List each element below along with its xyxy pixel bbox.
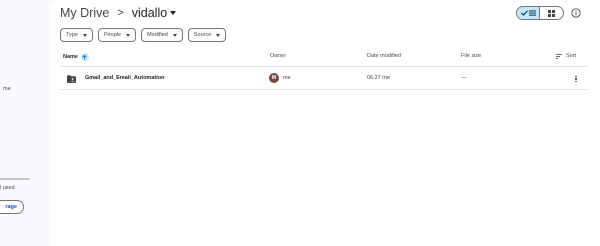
file-name[interactable]: Gmail_and_Email_Automation <box>85 75 164 81</box>
column-header-owner: Owner <box>270 53 287 59</box>
owner-name: me <box>283 75 291 81</box>
avatar: M <box>269 73 279 83</box>
breadcrumb-separator: > <box>117 7 124 19</box>
header-divider <box>60 66 588 67</box>
table-row[interactable]: Gmail_and_Email_Automation M me 06:27 me… <box>60 69 588 89</box>
chevron-down-icon <box>82 33 87 37</box>
folder-shared-icon <box>67 75 76 83</box>
filter-people-label: People <box>103 32 122 38</box>
column-header-name[interactable]: Name <box>63 53 89 61</box>
filter-chips: Type People Modified Source <box>60 28 227 42</box>
arrow-up-icon[interactable] <box>80 53 89 61</box>
more-vert-icon[interactable] <box>572 74 580 84</box>
sidebar-shared-label[interactable]: me <box>3 86 11 92</box>
column-header-file-size[interactable]: File size <box>461 53 481 59</box>
check-icon <box>520 10 528 16</box>
column-header-date-modified[interactable]: Date modified <box>367 53 401 59</box>
get-more-storage-button[interactable]: rage <box>0 200 24 214</box>
filter-modified-label: Modified <box>147 32 168 38</box>
chevron-down-icon <box>126 33 131 37</box>
main-content: My Drive > vidallo Type People Modified … <box>50 0 600 246</box>
get-more-storage-label: rage <box>5 204 17 210</box>
breadcrumb-root[interactable]: My Drive <box>60 6 109 20</box>
breadcrumb: My Drive > vidallo <box>60 6 177 20</box>
filter-modified-button[interactable]: Modified <box>141 28 183 42</box>
chevron-down-icon <box>172 33 177 37</box>
view-toggle <box>516 6 564 20</box>
grid-view-icon <box>548 9 555 17</box>
filter-type-label: Type <box>66 32 78 38</box>
info-icon[interactable] <box>571 8 581 18</box>
row-divider <box>60 89 588 90</box>
list-view-button[interactable] <box>517 7 541 19</box>
filter-source-label: Source <box>193 32 212 38</box>
column-name-label: Name <box>63 54 78 60</box>
file-size-cell: — <box>461 75 467 81</box>
filter-source-button[interactable]: Source <box>187 28 227 42</box>
sidebar: me l used rage <box>0 0 50 246</box>
date-modified-cell: 06:27 me <box>367 75 390 81</box>
grid-view-button[interactable] <box>540 7 563 19</box>
sort-icon <box>556 53 562 59</box>
sort-button[interactable]: Sort <box>556 53 576 59</box>
list-view-icon <box>528 10 536 16</box>
filter-people-button[interactable]: People <box>97 28 137 42</box>
filter-type-button[interactable]: Type <box>60 28 93 42</box>
sort-label: Sort <box>566 53 577 59</box>
storage-bar <box>0 178 30 180</box>
chevron-down-icon[interactable] <box>170 11 177 15</box>
breadcrumb-current-folder[interactable]: vidallo <box>132 6 167 20</box>
owner-cell: M me <box>269 73 291 83</box>
storage-used-text: l used <box>0 185 15 191</box>
chevron-down-icon <box>216 33 221 37</box>
